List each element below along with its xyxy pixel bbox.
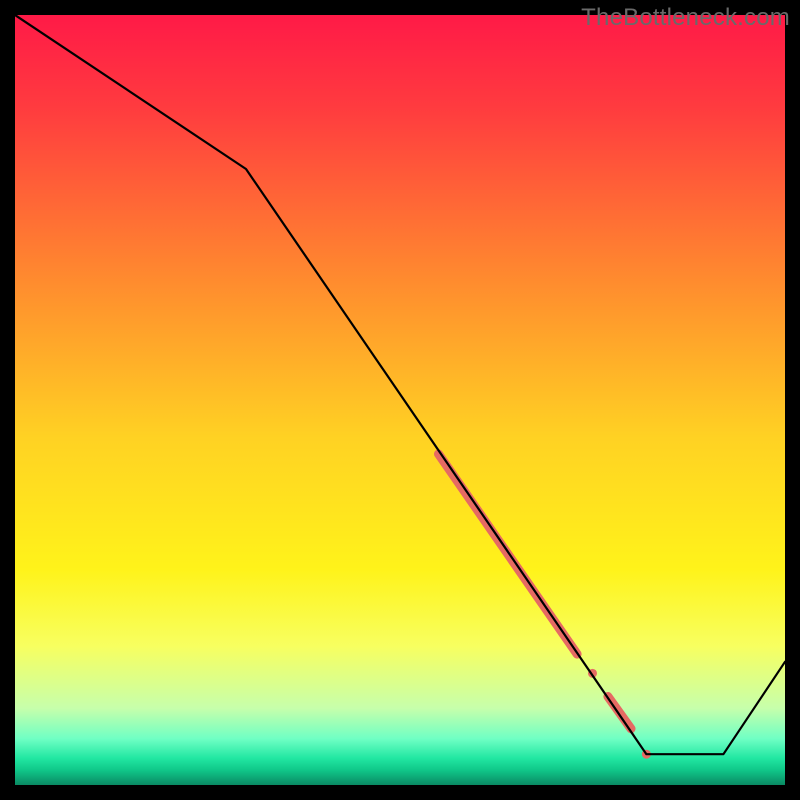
gradient-background bbox=[15, 15, 785, 785]
chart-container: TheBottleneck.com bbox=[0, 0, 800, 800]
watermark-text: TheBottleneck.com bbox=[581, 4, 790, 32]
plot-area bbox=[15, 15, 785, 785]
chart-svg bbox=[15, 15, 785, 785]
